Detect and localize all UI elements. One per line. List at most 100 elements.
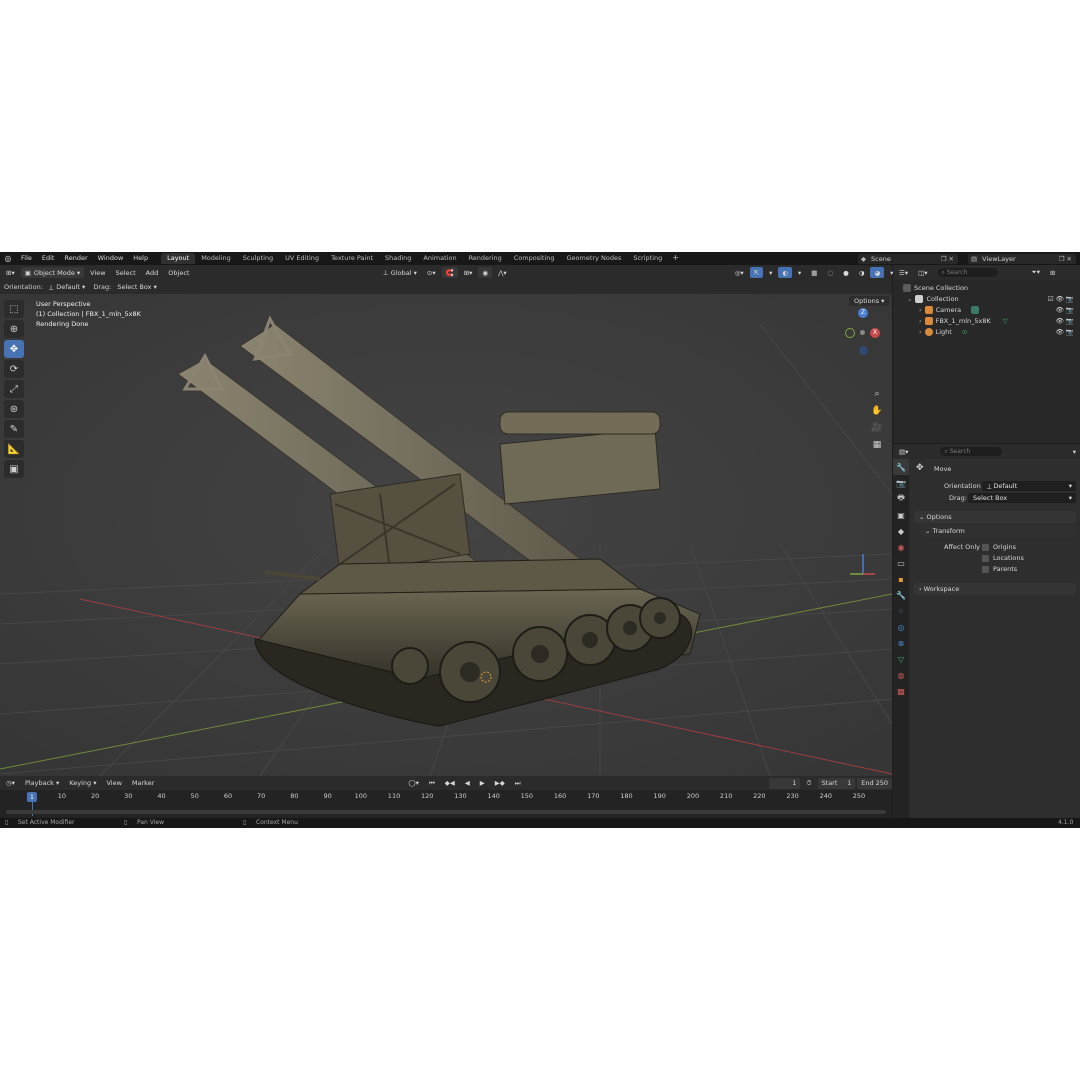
gizmo-x-icon[interactable]: X: [870, 328, 880, 338]
rotate-tool-icon[interactable]: ⟳: [4, 360, 24, 378]
stopwatch-icon[interactable]: ⏱: [802, 778, 815, 789]
gizmo-y-icon[interactable]: [845, 328, 855, 338]
timeline-view-menu[interactable]: View: [102, 778, 125, 789]
properties-search-input[interactable]: ⌕ Search: [940, 447, 1003, 456]
add-workspace-icon[interactable]: +: [668, 253, 683, 264]
annotate-tool-icon[interactable]: ✎: [4, 420, 24, 438]
props-orientation-dropdown[interactable]: ⟂ Default ▾: [982, 481, 1076, 491]
gizmo-negz-icon[interactable]: [859, 346, 868, 355]
proportional-edit-icon[interactable]: ◉: [478, 267, 493, 278]
zoom-icon[interactable]: ⌕: [868, 386, 886, 402]
menu-render[interactable]: Render: [59, 252, 92, 265]
current-frame-field[interactable]: 1: [768, 777, 801, 789]
select-menu[interactable]: Select: [112, 267, 140, 278]
transform-orientation-dropdown[interactable]: ⟂ Global ▾: [379, 267, 420, 278]
outliner-editor-icon[interactable]: ☰▾: [895, 267, 912, 278]
physics-tab-icon[interactable]: ◎: [893, 619, 909, 635]
world-tab-icon[interactable]: ◉: [893, 539, 909, 555]
object-tab-icon[interactable]: ▪: [893, 571, 909, 587]
constraints-tab-icon[interactable]: ⊗: [893, 635, 909, 651]
data-tab-icon[interactable]: ▽: [893, 651, 909, 667]
add-cube-tool-icon[interactable]: ▣: [4, 460, 24, 478]
outliner-item-light[interactable]: › Light ⊙ 👁 📷: [893, 326, 1080, 337]
outliner-item-fbx[interactable]: › FBX_1_mln_5x8K ▽ 👁 📷: [893, 315, 1080, 326]
blender-logo-icon[interactable]: ◎: [0, 252, 16, 265]
3d-viewport[interactable]: User Perspective (1) Collection | FBX_1_…: [0, 294, 892, 776]
camera-visibility-icons[interactable]: 👁 📷: [1056, 306, 1074, 314]
orientation-dropdown[interactable]: ⟂ Default ▾: [45, 282, 89, 293]
collapse-icon[interactable]: ⌄: [907, 295, 912, 303]
scene-selector[interactable]: ◆ Scene ❐ ✕: [858, 254, 958, 264]
snap-icon[interactable]: 🧲: [441, 267, 458, 278]
menu-file[interactable]: File: [16, 252, 37, 265]
affect-parents-checkbox[interactable]: Parents: [982, 565, 1017, 573]
visibility-icon[interactable]: ◎▾: [731, 267, 748, 278]
outliner-item-camera[interactable]: › Camera 👁 📷: [893, 304, 1080, 315]
texture-tab-icon[interactable]: ▩: [893, 683, 909, 699]
menu-edit[interactable]: Edit: [37, 252, 60, 265]
tab-geometry-nodes[interactable]: Geometry Nodes: [561, 253, 628, 264]
light-visibility-icons[interactable]: 👁 📷: [1056, 328, 1074, 336]
playback-menu[interactable]: Playback ▾: [21, 778, 63, 789]
editor-type-icon[interactable]: ⊞▾: [2, 267, 19, 278]
falloff-icon[interactable]: ⋀▾: [494, 267, 511, 278]
view-menu[interactable]: View: [86, 267, 109, 278]
outliner-search-input[interactable]: ⌕ Search: [937, 268, 998, 277]
view-layer-tab-icon[interactable]: ▣: [893, 507, 909, 523]
timeline-scrollbar[interactable]: [6, 810, 886, 814]
jump-start-icon[interactable]: ⏮: [425, 778, 439, 789]
material-tab-icon[interactable]: ◍: [893, 667, 909, 683]
object-menu[interactable]: Object: [164, 267, 193, 278]
tab-uv-editing[interactable]: UV Editing: [279, 253, 325, 264]
pan-hand-icon[interactable]: ✋: [868, 403, 886, 419]
record-icon[interactable]: ◯▾: [404, 778, 423, 789]
output-tab-icon[interactable]: 🖶: [893, 491, 909, 507]
filter-icon[interactable]: ⏷▾: [1028, 267, 1044, 278]
tab-scripting[interactable]: Scripting: [627, 253, 668, 264]
gizmo-options-icon[interactable]: ▾: [765, 267, 776, 278]
scene-tab-icon[interactable]: ◆: [893, 523, 909, 539]
copy-scene-icon[interactable]: ❐ ✕: [941, 255, 954, 263]
play-icon[interactable]: ▶: [476, 778, 489, 789]
marker-menu[interactable]: Marker: [128, 778, 158, 789]
render-tab-icon[interactable]: 📷: [893, 475, 909, 491]
props-drag-dropdown[interactable]: Select Box ▾: [968, 493, 1076, 503]
affect-origins-checkbox[interactable]: Origins: [982, 543, 1016, 551]
collection-visibility-icons[interactable]: ☑ 👁 📷: [1048, 295, 1074, 303]
properties-editor-icon[interactable]: ▤▾: [895, 446, 912, 457]
collection-row[interactable]: ⌄ Collection ☑ 👁 📷: [893, 293, 1080, 304]
gizmo-z-icon[interactable]: Z: [858, 308, 868, 318]
next-keyframe-icon[interactable]: ▶◆: [491, 778, 509, 789]
mode-dropdown[interactable]: ▣ Object Mode ▾: [20, 267, 85, 278]
collection-tab-icon[interactable]: ▭: [893, 555, 909, 571]
tool-tab-icon[interactable]: 🔧: [893, 459, 909, 475]
pivot-icon[interactable]: ⊙▾: [423, 267, 440, 278]
tab-layout[interactable]: Layout: [161, 253, 196, 264]
expand-icon[interactable]: ›: [919, 306, 922, 314]
transform-panel-header[interactable]: ⌄ Transform: [920, 525, 1076, 537]
start-frame-field[interactable]: Start 1: [817, 777, 856, 789]
tab-rendering[interactable]: Rendering: [463, 253, 508, 264]
cursor-tool-icon[interactable]: ⊕: [4, 320, 24, 338]
tab-compositing[interactable]: Compositing: [508, 253, 561, 264]
overlay-options-icon[interactable]: ▾: [794, 267, 805, 278]
properties-options-icon[interactable]: ▾: [1069, 446, 1080, 457]
measure-tool-icon[interactable]: 📐: [4, 440, 24, 458]
jump-end-icon[interactable]: ⏭: [511, 778, 525, 789]
mesh-data-icon[interactable]: ▽: [1003, 317, 1008, 325]
camera-data-icon[interactable]: [971, 305, 980, 314]
menu-help[interactable]: Help: [128, 252, 153, 265]
modifier-tab-icon[interactable]: 🔧: [893, 587, 909, 603]
timeline-ruler[interactable]: 1 10 20 30 40 50 60 70 80 90 100 110 120 130 140 150 16…: [0, 792, 892, 802]
options-dropdown[interactable]: Options ▾: [849, 296, 890, 306]
scene-collection-row[interactable]: Scene Collection: [893, 282, 1080, 293]
gizmo-toggle-icon[interactable]: ⇱: [749, 267, 764, 278]
timeline-body[interactable]: 1 10 20 30 40 50 60 70 80 90 100 110 120 130 140 150 16…: [0, 790, 892, 818]
playhead[interactable]: 1: [26, 792, 38, 802]
light-data-icon[interactable]: ⊙: [962, 328, 967, 336]
expand-icon[interactable]: ›: [919, 328, 922, 336]
end-frame-field[interactable]: End 250: [857, 777, 892, 789]
workspace-panel-header[interactable]: › Workspace: [914, 583, 1076, 595]
snap-options-icon[interactable]: ⊞▾: [460, 267, 477, 278]
copy-view-layer-icon[interactable]: ❐ ✕: [1059, 255, 1072, 263]
